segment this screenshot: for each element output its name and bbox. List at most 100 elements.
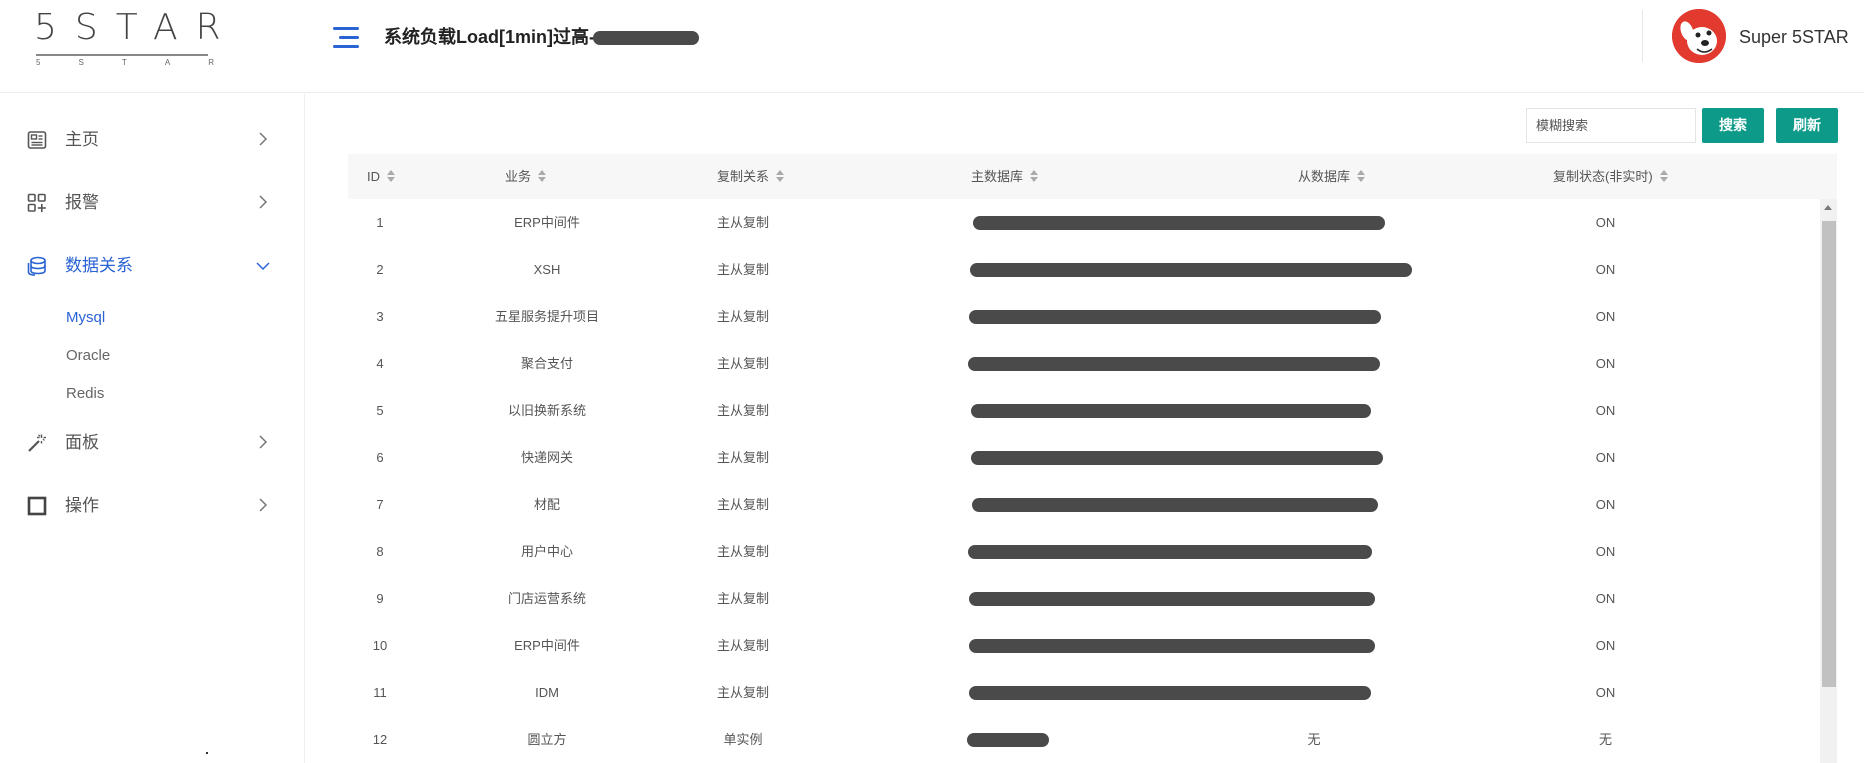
sort-icon <box>1357 170 1366 182</box>
sort-icon <box>1659 170 1668 182</box>
refresh-button[interactable]: 刷新 <box>1776 108 1838 143</box>
cell-business: 快递网关 <box>520 450 573 465</box>
column-header-id[interactable]: ID <box>367 154 395 199</box>
column-header-master-db[interactable]: 主数据库 <box>971 154 1039 199</box>
cell-business: 门店运营系统 <box>507 591 586 606</box>
scrollbar-thumb[interactable] <box>1822 221 1836 687</box>
table-row[interactable]: 6 快递网关 主从复制 ON <box>348 434 1820 481</box>
column-header-replication[interactable]: 复制关系 <box>717 154 785 199</box>
sidebar-item-panel[interactable]: 面板 <box>0 418 305 468</box>
sort-icon <box>538 170 547 182</box>
square-icon <box>27 496 47 516</box>
cell-replication: 主从复制 <box>716 262 769 277</box>
user-name[interactable]: Super 5STAR <box>1739 25 1849 49</box>
cell-id: 8 <box>376 544 384 559</box>
column-header-business[interactable]: 业务 <box>505 154 547 199</box>
redacted-db-hosts <box>968 357 1380 371</box>
redacted-db-hosts <box>971 451 1383 465</box>
logo-subtext: 5 S T A R <box>36 58 214 67</box>
table-row[interactable]: 9 门店运营系统 主从复制 ON <box>348 575 1820 622</box>
chevron-right-icon <box>259 195 268 209</box>
redacted-db-hosts <box>969 639 1375 653</box>
alert-title-text: 系统负载Load[1min]过高- <box>384 27 595 47</box>
cell-id: 1 <box>376 215 384 230</box>
cell-replication: 主从复制 <box>716 497 769 512</box>
cell-replication: 主从复制 <box>716 450 769 465</box>
column-header-status[interactable]: 复制状态(非实时) <box>1553 154 1668 199</box>
cell-replication: 主从复制 <box>716 685 769 700</box>
logo-sub-letter: R <box>208 58 214 67</box>
redacted-master-host <box>967 733 1049 747</box>
magic-wand-icon <box>28 434 46 452</box>
cell-business: 材配 <box>533 497 560 512</box>
table-row[interactable]: 8 用户中心 主从复制 ON <box>348 528 1820 575</box>
search-input[interactable] <box>1526 108 1696 143</box>
table-row[interactable]: 11 IDM 主从复制 ON <box>348 669 1820 716</box>
table-row[interactable]: 2 XSH 主从复制 ON <box>348 246 1820 293</box>
cell-id: 6 <box>376 450 384 465</box>
cell-business: IDM <box>535 685 559 700</box>
chevron-right-icon <box>259 435 268 449</box>
cell-business: 以旧换新系统 <box>507 403 586 418</box>
sidebar-item-label: 操作 <box>65 496 99 515</box>
redacted-db-hosts <box>969 686 1371 700</box>
avatar-dog-icon <box>1672 9 1726 63</box>
sidebar-item-label: 主页 <box>65 130 99 149</box>
sidebar-item-label: 报警 <box>65 193 99 212</box>
column-header-label: ID <box>367 169 380 184</box>
table-row[interactable]: 7 材配 主从复制 ON <box>348 481 1820 528</box>
sidebar-item-alerts[interactable]: 报警 <box>0 178 305 228</box>
logo-sub-letter: A <box>164 58 171 67</box>
cell-id: 4 <box>376 356 384 371</box>
redacted-db-hosts <box>968 545 1372 559</box>
hamburger-menu-icon[interactable] <box>333 27 359 49</box>
sidebar-item-label: 面板 <box>65 433 99 452</box>
cell-status: ON <box>1595 356 1616 371</box>
logo-text: 5STAR <box>34 7 239 48</box>
table-row[interactable]: 5 以旧换新系统 主从复制 ON <box>348 387 1820 434</box>
cell-id: 10 <box>372 638 388 653</box>
sidebar-subitem-oracle[interactable]: Oracle <box>66 345 110 367</box>
table-row[interactable]: 1 ERP中间件 主从复制 ON <box>348 199 1820 246</box>
logo[interactable]: 5STAR 5 S T A R <box>34 7 239 68</box>
scroll-up-arrow-icon[interactable] <box>1824 205 1832 210</box>
user-avatar[interactable] <box>1672 9 1726 63</box>
column-header-label: 复制关系 <box>717 169 770 184</box>
cell-status: ON <box>1595 309 1616 324</box>
column-header-label: 复制状态(非实时) <box>1553 169 1653 184</box>
search-button[interactable]: 搜索 <box>1702 108 1764 143</box>
sidebar-subitem-redis[interactable]: Redis <box>66 383 104 405</box>
redacted-db-hosts <box>973 216 1385 230</box>
sidebar-item-label: 数据关系 <box>65 256 133 275</box>
column-header-label: 业务 <box>505 169 532 184</box>
table-row[interactable]: 4 聚合支付 主从复制 ON <box>348 340 1820 387</box>
alert-title: 系统负载Load[1min]过高- <box>384 24 699 50</box>
table-row[interactable]: 12 圆立方 单实例 无 无 <box>348 716 1820 763</box>
cell-replication: 主从复制 <box>716 544 769 559</box>
table-row[interactable]: 3 五星服务提升项目 主从复制 ON <box>348 293 1820 340</box>
cell-status: ON <box>1595 591 1616 606</box>
sidebar-subitem-mysql[interactable]: Mysql <box>66 307 105 329</box>
cell-status: ON <box>1595 497 1616 512</box>
sidebar-item-data-relations[interactable]: 数据关系 <box>0 241 305 291</box>
cell-business: 聚合支付 <box>520 356 573 371</box>
cell-id: 12 <box>372 732 388 747</box>
chevron-down-icon <box>256 262 270 271</box>
redacted-db-hosts <box>972 498 1378 512</box>
sidebar: 主页 报警 数据关系 Mysql Oracle Redis 面板 操作 <box>0 94 305 763</box>
cell-business: ERP中间件 <box>514 215 580 230</box>
cell-replication: 主从复制 <box>716 638 769 653</box>
sort-icon <box>776 170 785 182</box>
cell-slave-db: 无 <box>1307 732 1321 747</box>
cell-id: 9 <box>376 591 384 606</box>
cell-replication: 主从复制 <box>716 403 769 418</box>
sidebar-item-operations[interactable]: 操作 <box>0 481 305 531</box>
redacted-host <box>593 31 699 46</box>
redacted-db-hosts <box>969 592 1375 606</box>
sidebar-item-home[interactable]: 主页 <box>0 115 305 165</box>
logo-sub-letter: S <box>78 58 84 67</box>
table-row[interactable]: 10 ERP中间件 主从复制 ON <box>348 622 1820 669</box>
dashboard-icon <box>27 131 47 149</box>
column-header-slave-db[interactable]: 从数据库 <box>1298 154 1366 199</box>
cell-id: 11 <box>373 685 387 700</box>
